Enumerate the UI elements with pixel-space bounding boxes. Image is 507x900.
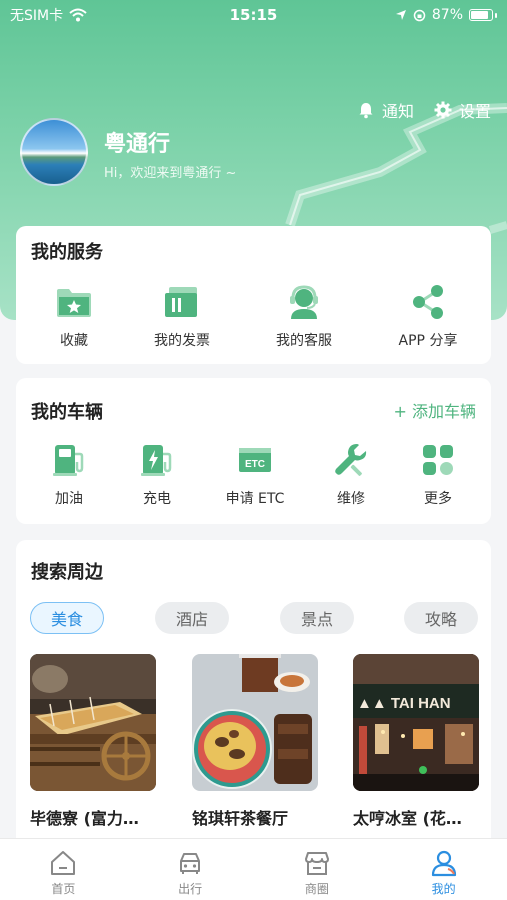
vehicle-label: 维修 xyxy=(337,491,365,507)
store-icon xyxy=(304,852,329,875)
nearby-tabs: 美食 酒店 景点 攻略 xyxy=(30,602,478,634)
avatar[interactable] xyxy=(20,118,88,186)
notify-button[interactable]: 通知 xyxy=(357,98,414,122)
vehicle-label: 申请 ETC xyxy=(225,491,285,507)
profile-icon xyxy=(431,850,456,877)
place-name: 毕德寮 (富力… xyxy=(30,809,139,828)
bell-icon xyxy=(359,103,373,119)
service-invoice[interactable]: 我的发票 xyxy=(127,282,237,350)
place-name: 太哼冰室 (花… xyxy=(353,809,462,828)
tab-hotel[interactable]: 酒店 xyxy=(155,602,229,634)
etc-card-icon: ETC xyxy=(235,440,275,480)
share-icon xyxy=(408,282,448,322)
welcome-text: Hi，欢迎来到粤通行 ~ xyxy=(104,166,237,181)
service-label: 我的发票 xyxy=(154,333,210,349)
vehicle-etc[interactable]: ETC 申请 ETC xyxy=(200,440,310,508)
battery-percent: 87% xyxy=(431,7,463,23)
tab-food[interactable]: 美食 xyxy=(30,602,104,634)
tab-label: 我的 xyxy=(431,882,456,896)
vehicles-card: 我的车辆 + 添加车辆 加油 充电 ETC 申请 ETC 维修 更多 xyxy=(16,378,491,524)
app-name: 粤通行 xyxy=(104,132,171,157)
home-icon xyxy=(51,851,76,875)
rotation-lock-icon xyxy=(413,9,426,21)
vehicles-title: 我的车辆 xyxy=(31,402,103,423)
services-card: 我的服务 收藏 我的发票 我的客服 APP 分享 xyxy=(16,226,491,364)
svg-text:▲▲ TAI HAN: ▲▲ TAI HAN xyxy=(357,695,451,712)
nearby-title: 搜索周边 xyxy=(31,562,103,583)
vehicle-more[interactable]: 更多 xyxy=(383,440,493,508)
notify-label: 通知 xyxy=(381,102,414,121)
vehicle-label: 加油 xyxy=(55,491,83,507)
place-name: 铭琪轩茶餐厅 xyxy=(192,809,289,828)
grid-more-icon xyxy=(418,440,458,480)
location-arrow-icon xyxy=(395,10,406,20)
customer-service-icon xyxy=(284,282,324,322)
tab-label: 首页 xyxy=(51,882,76,896)
battery-icon xyxy=(469,9,497,21)
fuel-pump-icon xyxy=(49,440,89,480)
settings-label: 设置 xyxy=(458,102,491,121)
gear-icon xyxy=(434,101,452,119)
place-card[interactable]: ▲▲ TAI HAN 太哼冰室 (花… xyxy=(353,654,479,829)
svg-text:ETC: ETC xyxy=(245,459,265,470)
place-card[interactable]: 铭琪轩茶餐厅 xyxy=(192,654,318,829)
status-time: 15:15 xyxy=(229,6,278,24)
ev-charger-icon xyxy=(137,440,177,480)
nearby-card: 搜索周边 美食 酒店 景点 攻略 毕德寮 (富力… 铭琪轩茶餐厅 ▲▲ TAI … xyxy=(16,540,491,860)
settings-button[interactable]: 设置 xyxy=(434,98,491,122)
tab-mine[interactable]: 我的 xyxy=(380,839,507,900)
tab-shops[interactable]: 商圈 xyxy=(254,839,381,900)
service-label: 收藏 xyxy=(60,333,88,349)
carrier-text: 无SIM卡 xyxy=(10,8,64,24)
wrench-icon xyxy=(331,440,371,480)
invoice-icon xyxy=(162,282,202,322)
car-icon xyxy=(180,853,201,874)
tab-travel[interactable]: 出行 xyxy=(127,839,254,900)
service-label: 我的客服 xyxy=(276,333,332,349)
service-label: APP 分享 xyxy=(398,333,458,349)
tab-home[interactable]: 首页 xyxy=(0,839,127,900)
vehicle-label: 充电 xyxy=(143,491,171,507)
vehicle-label: 更多 xyxy=(424,491,452,507)
service-customer[interactable]: 我的客服 xyxy=(249,282,359,350)
favorites-folder-icon xyxy=(54,282,94,322)
service-favorites[interactable]: 收藏 xyxy=(19,282,129,350)
tab-label: 商圈 xyxy=(304,882,329,896)
service-share[interactable]: APP 分享 xyxy=(373,282,483,350)
place-photo xyxy=(30,654,156,791)
place-photo xyxy=(192,654,318,791)
vehicle-charge[interactable]: 充电 xyxy=(102,440,212,508)
services-title: 我的服务 xyxy=(31,242,103,263)
status-bar: 无SIM卡 15:15 87% xyxy=(0,0,507,30)
tab-guide[interactable]: 攻略 xyxy=(404,602,478,634)
add-vehicle-link[interactable]: + 添加车辆 xyxy=(394,398,477,422)
place-card[interactable]: 毕德寮 (富力… xyxy=(30,654,156,829)
wifi-icon xyxy=(69,8,87,22)
bottom-tab-bar: 首页 出行 商圈 我的 xyxy=(0,838,507,900)
tab-label: 出行 xyxy=(178,882,203,896)
place-photo: ▲▲ TAI HAN xyxy=(353,654,479,791)
tab-scenic[interactable]: 景点 xyxy=(280,602,354,634)
